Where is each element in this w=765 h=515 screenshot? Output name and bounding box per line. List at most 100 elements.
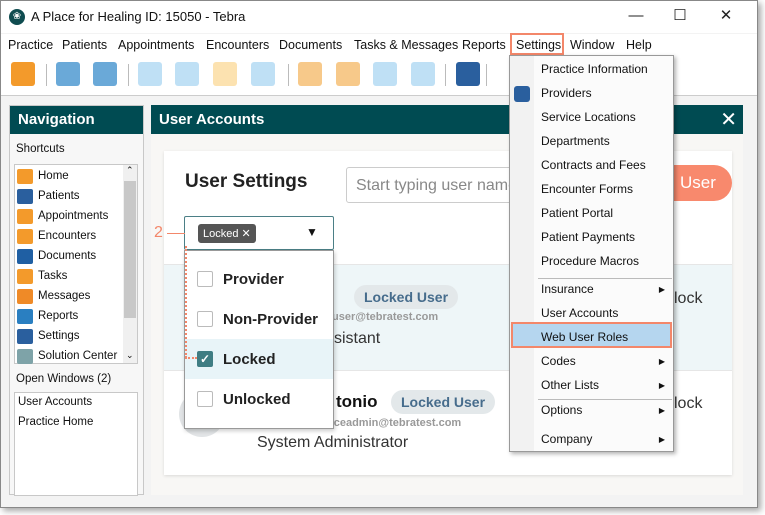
user-name: tonio bbox=[336, 392, 378, 411]
shortcut-tasks[interactable]: Tasks bbox=[17, 266, 121, 286]
providers-icon bbox=[514, 86, 530, 102]
scroll-up-icon[interactable]: ⌃ bbox=[126, 165, 134, 176]
settings-menu-other-lists[interactable]: Other Lists bbox=[541, 378, 671, 392]
menu-documents[interactable]: Documents bbox=[279, 38, 342, 52]
toolbar-separator bbox=[445, 64, 446, 86]
settings-menu-patient-payments[interactable]: Patient Payments bbox=[541, 230, 671, 244]
close-window-button[interactable]: ✕ bbox=[711, 5, 741, 27]
shortcuts-list: ⌃ ⌄ Home Patients Appointments Encounters Do… bbox=[14, 164, 138, 364]
user-email: ticeadmin@tebratest.com bbox=[327, 417, 462, 429]
shortcut-appointments[interactable]: Appointments bbox=[17, 206, 121, 226]
option-label: Unlocked bbox=[223, 390, 291, 408]
add-user-button[interactable]: User bbox=[672, 165, 732, 201]
settings-menu-insurance[interactable]: Insurance bbox=[541, 282, 671, 296]
settings-menu-web-user-roles[interactable]: Web User Roles bbox=[541, 330, 671, 344]
shortcut-patients[interactable]: Patients bbox=[17, 186, 121, 206]
filter-option-non-provider[interactable]: Non-Provider bbox=[185, 299, 333, 339]
checkbox[interactable] bbox=[197, 391, 213, 407]
shortcut-messages[interactable]: Messages bbox=[17, 286, 121, 306]
filter-option-provider[interactable]: Provider bbox=[185, 259, 333, 299]
locked-filter-chip[interactable]: Locked ✕ bbox=[198, 224, 256, 243]
shortcut-reports[interactable]: Reports bbox=[17, 306, 121, 326]
settings-menu-codes[interactable]: Codes bbox=[541, 354, 671, 368]
home-icon[interactable] bbox=[11, 62, 35, 86]
shortcuts-scrollbar[interactable]: ⌃ ⌄ bbox=[123, 165, 137, 363]
settings-menu-encounter-forms[interactable]: Encounter Forms bbox=[541, 182, 671, 196]
find-document-icon[interactable] bbox=[373, 62, 397, 86]
add-payment-icon[interactable] bbox=[411, 62, 435, 86]
settings-menu-options[interactable]: Options bbox=[541, 403, 671, 417]
status-filter-dropdown: Provider Non-Provider ✓ Locked Unlocked bbox=[184, 250, 334, 429]
minimize-button[interactable]: — bbox=[621, 5, 651, 27]
open-windows-list: User Accounts Practice Home bbox=[14, 392, 138, 496]
settings-menu-procedure-macros[interactable]: Procedure Macros bbox=[541, 254, 671, 268]
checkbox[interactable]: ✓ bbox=[197, 351, 213, 367]
menu-help[interactable]: Help bbox=[626, 38, 652, 52]
settings-menu-service-locations[interactable]: Service Locations bbox=[541, 110, 671, 124]
menu-practice[interactable]: Practice bbox=[8, 38, 53, 52]
user-search-input[interactable]: Start typing user name bbox=[346, 167, 526, 203]
find-patient-icon[interactable] bbox=[93, 62, 117, 86]
toolbar-separator bbox=[128, 64, 129, 86]
unlock-button[interactable]: lock bbox=[674, 290, 702, 308]
scroll-thumb[interactable] bbox=[124, 181, 136, 318]
status-badge: Locked User bbox=[391, 390, 496, 414]
find-encounter-icon[interactable] bbox=[336, 62, 360, 86]
shortcut-home[interactable]: Home bbox=[17, 166, 121, 186]
scroll-down-icon[interactable]: ⌄ bbox=[126, 350, 134, 361]
menu-encounters[interactable]: Encounters bbox=[206, 38, 269, 52]
settings-menu-practice-information[interactable]: Practice Information bbox=[541, 62, 671, 76]
shortcut-solution-center[interactable]: Solution Center bbox=[17, 346, 121, 366]
menu-appointments[interactable]: Appointments bbox=[118, 38, 194, 52]
step-callout: 2 bbox=[154, 224, 163, 241]
appointments-icon bbox=[17, 208, 33, 224]
annotation-dotted-line bbox=[185, 246, 187, 358]
submenu-arrow-icon: ▶ bbox=[658, 381, 665, 390]
calendar-month-icon[interactable] bbox=[251, 62, 275, 86]
calendar-day-icon[interactable] bbox=[213, 62, 237, 86]
solution-center-icon bbox=[17, 348, 33, 364]
settings-menu-user-accounts[interactable]: User Accounts bbox=[541, 306, 671, 320]
unlock-button[interactable]: lock bbox=[674, 395, 702, 413]
toolbar-separator bbox=[46, 64, 47, 86]
add-patient-icon[interactable] bbox=[56, 62, 80, 86]
settings-menu-patient-portal[interactable]: Patient Portal bbox=[541, 206, 671, 220]
shortcut-label: Tasks bbox=[38, 270, 68, 282]
submenu-arrow-icon: ▶ bbox=[658, 435, 665, 444]
close-panel-icon[interactable]: ✕ bbox=[720, 107, 737, 132]
open-window-item[interactable]: Practice Home bbox=[18, 416, 93, 428]
menu-window[interactable]: Window bbox=[570, 38, 614, 52]
patients-icon bbox=[17, 188, 33, 204]
checkbox[interactable] bbox=[197, 311, 213, 327]
settings-menu-providers[interactable]: Providers bbox=[541, 86, 671, 100]
settings-menu-company[interactable]: Company bbox=[541, 432, 671, 446]
submenu-arrow-icon: ▶ bbox=[658, 406, 665, 415]
menu-patients[interactable]: Patients bbox=[62, 38, 107, 52]
menu-tasks-messages[interactable]: Tasks & Messages bbox=[354, 38, 458, 52]
settings-menu-departments[interactable]: Departments bbox=[541, 134, 671, 148]
find-report-icon[interactable] bbox=[456, 62, 480, 86]
maximize-button[interactable]: ☐ bbox=[665, 5, 695, 27]
settings-menu-highlight bbox=[510, 33, 564, 55]
add-appointment-icon[interactable] bbox=[138, 62, 162, 86]
settings-menu-contracts-and-fees[interactable]: Contracts and Fees bbox=[541, 158, 671, 172]
status-filter-select[interactable]: Locked ✕ ▼ bbox=[184, 216, 334, 250]
shortcut-label: Solution Center bbox=[38, 350, 118, 362]
caret-down-icon[interactable]: ▼ bbox=[306, 225, 318, 239]
open-window-item[interactable]: User Accounts bbox=[18, 396, 92, 408]
shortcut-settings[interactable]: Settings bbox=[17, 326, 121, 346]
shortcut-label: Home bbox=[38, 170, 69, 182]
shortcut-documents[interactable]: Documents bbox=[17, 246, 121, 266]
menu-reports[interactable]: Reports bbox=[462, 38, 506, 52]
add-encounter-icon[interactable] bbox=[298, 62, 322, 86]
filter-option-unlocked[interactable]: Unlocked bbox=[185, 379, 333, 419]
checkbox[interactable] bbox=[197, 271, 213, 287]
option-label: Provider bbox=[223, 270, 284, 288]
settings-icon bbox=[17, 328, 33, 344]
settings-dropdown-menu: Practice Information Providers Service Loc… bbox=[509, 55, 674, 452]
filter-option-locked[interactable]: ✓ Locked bbox=[185, 339, 333, 379]
find-appointment-icon[interactable] bbox=[175, 62, 199, 86]
shortcuts-label: Shortcuts bbox=[16, 143, 65, 155]
user-role: System Administrator bbox=[257, 434, 409, 451]
shortcut-encounters[interactable]: Encounters bbox=[17, 226, 121, 246]
